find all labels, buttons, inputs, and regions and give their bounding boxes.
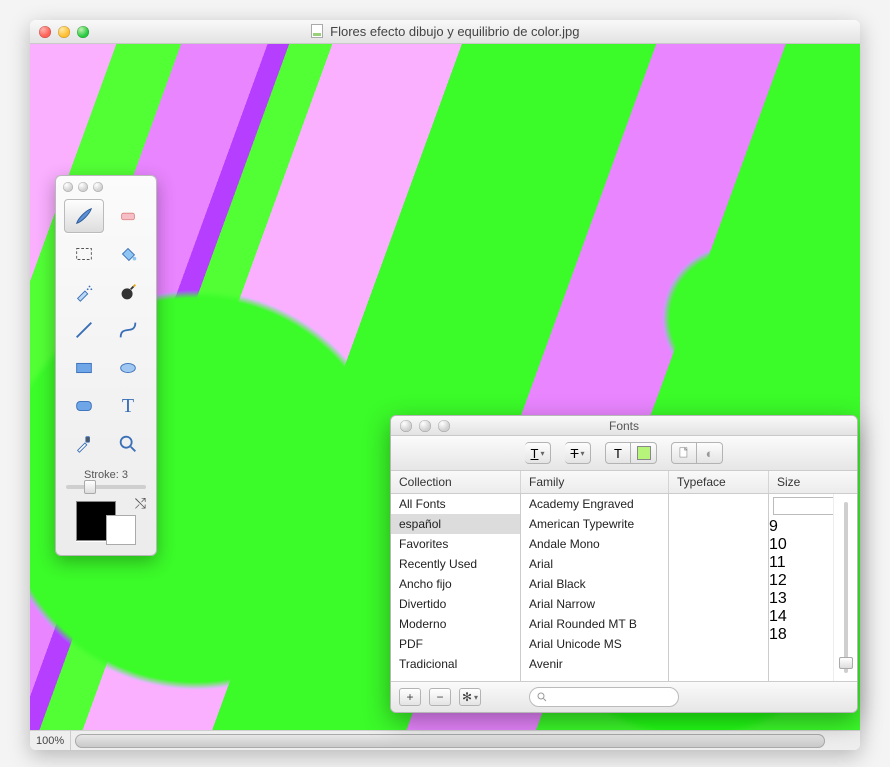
size-slider-thumb[interactable]: [839, 657, 853, 669]
fonts-toolbar: T▾ T▾ T ◐: [391, 436, 857, 471]
remove-collection-button[interactable]: −: [429, 688, 451, 706]
list-item[interactable]: Arial Unicode MS: [521, 634, 668, 654]
column-header-collection[interactable]: Collection: [391, 471, 521, 493]
list-item[interactable]: 14: [769, 608, 833, 626]
list-item[interactable]: español: [391, 514, 520, 534]
list-item[interactable]: 9: [769, 518, 833, 536]
document-icon: [311, 24, 323, 38]
rounded-rect-tool[interactable]: [64, 389, 104, 423]
slider-thumb[interactable]: [84, 480, 96, 494]
list-item[interactable]: 11: [769, 554, 833, 572]
action-menu-button[interactable]: ✻▾: [459, 688, 481, 706]
window-title: Flores efecto dibujo y equilibrio de col…: [30, 24, 860, 39]
marquee-tool[interactable]: [64, 237, 104, 271]
list-item[interactable]: Favorites: [391, 534, 520, 554]
stroke-label: Stroke: 3: [56, 469, 156, 481]
stroke-slider[interactable]: [66, 485, 146, 489]
list-item[interactable]: 13: [769, 590, 833, 608]
size-list[interactable]: 9101112131418: [769, 494, 833, 681]
list-item[interactable]: All Fonts: [391, 494, 520, 514]
collection-list[interactable]: All FontsespañolFavoritesRecently UsedAn…: [391, 494, 521, 681]
list-item[interactable]: Tradicional: [391, 654, 520, 674]
fonts-panel[interactable]: Fonts T▾ T▾ T ◐ Collection Family Typefa…: [390, 415, 858, 713]
list-item[interactable]: Andale Mono: [521, 534, 668, 554]
tools-palette[interactable]: T Stroke: 3 ⤭: [55, 175, 157, 556]
list-item[interactable]: 18: [769, 626, 833, 644]
rectangle-tool[interactable]: [64, 351, 104, 385]
column-header-size[interactable]: Size: [769, 471, 857, 493]
list-item[interactable]: Avenir: [521, 654, 668, 674]
shadow-button[interactable]: ◐: [697, 442, 723, 464]
font-search-input[interactable]: [529, 687, 679, 707]
list-item[interactable]: Academy Engraved: [521, 494, 668, 514]
eyedropper-tool[interactable]: [64, 427, 104, 461]
paint-bucket-tool[interactable]: [108, 237, 148, 271]
underline-button[interactable]: T▾: [525, 442, 551, 464]
zoom-tool[interactable]: [108, 427, 148, 461]
fonts-title: Fonts: [391, 419, 857, 433]
swap-colors-icon[interactable]: ⤭: [135, 495, 146, 512]
column-header-typeface[interactable]: Typeface: [669, 471, 769, 493]
size-slider[interactable]: [833, 494, 857, 681]
column-header-family[interactable]: Family: [521, 471, 669, 493]
bomb-tool[interactable]: [108, 275, 148, 309]
family-list[interactable]: Academy EngravedAmerican TypewriteAndale…: [521, 494, 669, 681]
window-footer: 100%: [30, 730, 860, 750]
list-item[interactable]: Divertido: [391, 594, 520, 614]
list-item[interactable]: Recently Used: [391, 554, 520, 574]
horizontal-scrollbar[interactable]: [75, 734, 856, 748]
brush-tool[interactable]: [64, 199, 104, 233]
bg-color-button[interactable]: [631, 442, 657, 464]
list-item[interactable]: 12: [769, 572, 833, 590]
curve-tool[interactable]: [108, 313, 148, 347]
color-chip-icon: [637, 446, 651, 460]
eraser-tool[interactable]: [108, 199, 148, 233]
list-item[interactable]: Arial Rounded MT B: [521, 614, 668, 634]
size-input[interactable]: [773, 497, 837, 515]
list-item[interactable]: Arial Black: [521, 574, 668, 594]
window-titlebar[interactable]: Flores efecto dibujo y equilibrio de col…: [30, 20, 860, 44]
list-item[interactable]: PDF: [391, 634, 520, 654]
search-icon: [536, 691, 548, 703]
list-item[interactable]: American Typewrite: [521, 514, 668, 534]
document-color-button[interactable]: [671, 442, 697, 464]
typeface-list[interactable]: [669, 494, 769, 681]
text-color-button[interactable]: T: [605, 442, 631, 464]
palette-close-icon[interactable]: [63, 182, 73, 192]
list-item[interactable]: Arial Narrow: [521, 594, 668, 614]
palette-minimize-icon[interactable]: [78, 182, 88, 192]
add-collection-button[interactable]: +: [399, 688, 421, 706]
list-item[interactable]: 10: [769, 536, 833, 554]
list-item[interactable]: Ancho fijo: [391, 574, 520, 594]
background-color-swatch[interactable]: [106, 515, 136, 545]
line-tool[interactable]: [64, 313, 104, 347]
zoom-level[interactable]: 100%: [30, 731, 71, 750]
airbrush-tool[interactable]: [64, 275, 104, 309]
strikethrough-button[interactable]: T▾: [565, 442, 591, 464]
palette-zoom-icon[interactable]: [93, 182, 103, 192]
list-item[interactable]: Moderno: [391, 614, 520, 634]
list-item[interactable]: Arial: [521, 554, 668, 574]
ellipse-tool[interactable]: [108, 351, 148, 385]
scrollbar-thumb[interactable]: [75, 734, 825, 748]
text-tool[interactable]: T: [108, 389, 148, 423]
